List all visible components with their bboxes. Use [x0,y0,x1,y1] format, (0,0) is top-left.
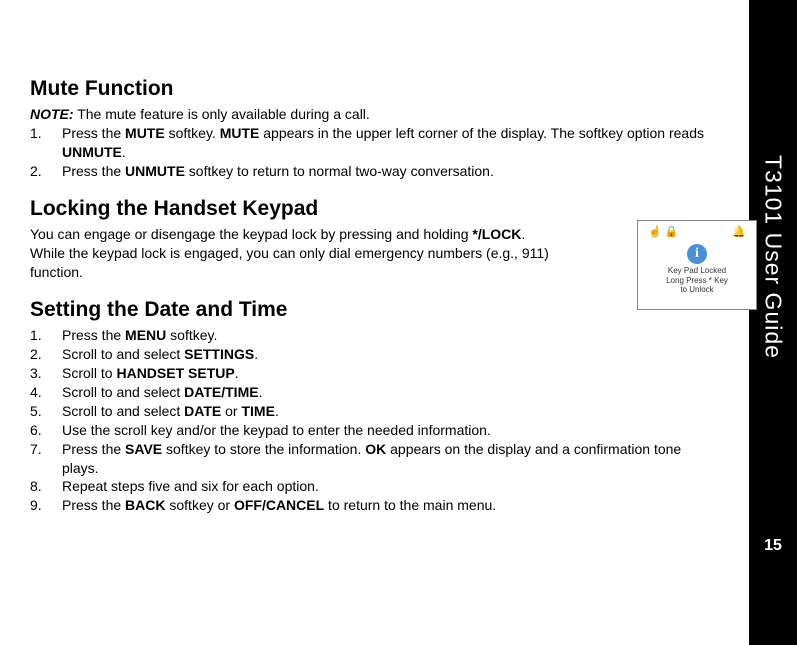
step-text: Press the MUTE softkey. MUTE appears in … [62,124,709,162]
mute-step-1: 1. Press the MUTE softkey. MUTE appears … [30,124,709,162]
dt-step-7: 7. Press the SAVE softkey to store the i… [30,440,709,478]
step-text: Scroll to and select SETTINGS. [62,345,709,364]
step-text: Press the BACK softkey or OFF/CANCEL to … [62,496,709,515]
date-time-steps-list: 1. Press the MENU softkey. 2. Scroll to … [30,326,709,515]
step-text: Press the MENU softkey. [62,326,709,345]
step-text: Press the SAVE softkey to store the info… [62,440,709,478]
step-text: Press the UNMUTE softkey to return to no… [62,162,709,181]
lock-icon: 🔒 [664,226,678,238]
sidebar-title: T3101 User Guide [760,155,787,359]
step-number: 7. [30,440,62,478]
mute-steps-list: 1. Press the MUTE softkey. MUTE appears … [30,124,709,181]
step-number: 5. [30,402,62,421]
keypad-section: You can engage or disengage the keypad l… [30,225,709,282]
dt-step-2: 2. Scroll to and select SETTINGS. [30,345,709,364]
content-area: Mute Function NOTE: The mute feature is … [0,0,749,645]
sidebar: T3101 User Guide 15 [749,0,797,645]
keypad-para: You can engage or disengage the keypad l… [30,225,550,282]
page-number: 15 [764,537,782,555]
note-label: NOTE: [30,106,74,122]
step-text: Scroll to and select DATE/TIME. [62,383,709,402]
step-number: 1. [30,326,62,345]
step-text: Scroll to and select DATE or TIME. [62,402,709,421]
step-number: 6. [30,421,62,440]
screen-line1: Key Pad Locked [666,266,728,276]
mute-step-2: 2. Press the UNMUTE softkey to return to… [30,162,709,181]
page-container: Mute Function NOTE: The mute feature is … [0,0,797,645]
screen-icons-left: ☝ 🔒 [648,225,678,238]
dt-step-8: 8. Repeat steps five and six for each op… [30,477,709,496]
date-time-heading: Setting the Date and Time [30,296,709,324]
bell-icon: 🔔 [732,225,746,238]
dt-step-3: 3. Scroll to HANDSET SETUP. [30,364,709,383]
step-number: 3. [30,364,62,383]
phone-screen-figure: ☝ 🔒 🔔 i Key Pad Locked Long Press * Key … [637,220,757,310]
dt-step-6: 6. Use the scroll key and/or the keypad … [30,421,709,440]
step-text: Scroll to HANDSET SETUP. [62,364,709,383]
dt-step-5: 5. Scroll to and select DATE or TIME. [30,402,709,421]
step-number: 2. [30,345,62,364]
dt-step-1: 1. Press the MENU softkey. [30,326,709,345]
screen-line3: to Unlock [666,285,728,295]
note-text: The mute feature is only available durin… [74,106,370,122]
step-number: 1. [30,124,62,162]
step-text: Repeat steps five and six for each optio… [62,477,709,496]
step-number: 4. [30,383,62,402]
screen-line2: Long Press * Key [666,276,728,286]
screen-top-icons: ☝ 🔒 🔔 [642,225,752,238]
step-number: 2. [30,162,62,181]
dt-step-9: 9. Press the BACK softkey or OFF/CANCEL … [30,496,709,515]
dt-step-4: 4. Scroll to and select DATE/TIME. [30,383,709,402]
hand-icon: ☝ [648,226,662,238]
screen-text: Key Pad Locked Long Press * Key to Unloc… [666,266,728,295]
step-number: 9. [30,496,62,515]
mute-function-heading: Mute Function [30,75,709,103]
mute-note: NOTE: The mute feature is only available… [30,105,709,124]
step-number: 8. [30,477,62,496]
info-icon: i [687,244,707,264]
step-text: Use the scroll key and/or the keypad to … [62,421,709,440]
locking-keypad-heading: Locking the Handset Keypad [30,195,709,223]
